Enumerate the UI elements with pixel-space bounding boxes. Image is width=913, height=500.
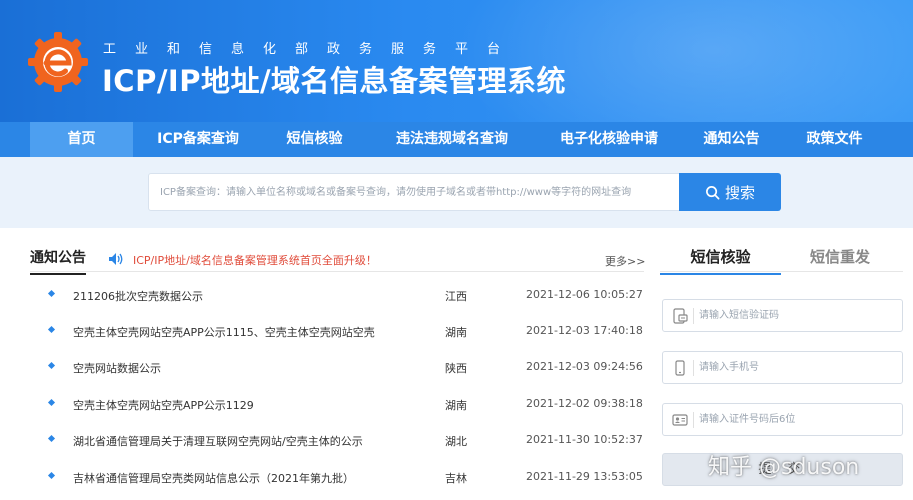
notice-row[interactable]: 湖北省通信管理局关于清理互联网空壳网站/空壳主体的公示 湖北 2021-11-3…	[30, 430, 644, 450]
nav-item-notices[interactable]: 通知公告	[680, 122, 783, 157]
announcement-marquee[interactable]: ICP/IP地址/域名信息备案管理系统首页全面升级！	[133, 252, 377, 268]
notice-title[interactable]: 211206批次空壳数据公示	[73, 288, 203, 304]
phone-field	[662, 351, 903, 384]
notice-header: 通知公告 ICP/IP地址/域名信息备案管理系统首页全面升级！ 更多>>	[30, 244, 645, 275]
notice-row[interactable]: 吉林省通信管理局空壳类网站信息公示（2021年第九批） 吉林 2021-11-2…	[30, 467, 644, 487]
bullet-icon	[47, 398, 56, 407]
ministry-subtitle: 工业和信息化部政务服务平台	[103, 42, 520, 57]
bullet-icon	[47, 434, 56, 443]
id-number-field	[662, 403, 903, 436]
bullet-icon	[47, 471, 56, 480]
tab-sms-verify[interactable]: 短信核验	[660, 246, 781, 275]
notice-title[interactable]: 空壳主体空壳网站空壳APP公示1129	[73, 397, 254, 413]
notice-time: 2021-11-30 10:52:37	[526, 433, 643, 446]
notice-section-title: 通知公告	[30, 247, 86, 275]
notice-region: 湖南	[445, 326, 467, 339]
more-link[interactable]: 更多>>	[605, 253, 645, 269]
notice-region: 湖南	[445, 399, 467, 412]
nav-item-policies[interactable]: 政策文件	[783, 122, 886, 157]
sms-tabs: 短信核验 短信重发	[660, 244, 903, 275]
sms-code-field	[662, 299, 903, 332]
main-nav: 首页 ICP备案查询 短信核验 违法违规域名查询 电子化核验申请 通知公告 政策…	[0, 122, 913, 157]
id-number-input[interactable]	[699, 404, 897, 435]
bullet-icon	[47, 325, 56, 334]
message-code-icon	[673, 308, 688, 324]
notice-region: 吉林	[445, 472, 467, 485]
notice-title[interactable]: 空壳主体空壳网站空壳APP公示1115、空壳主体空壳网站空壳	[73, 324, 375, 340]
tab-sms-resend[interactable]: 短信重发	[810, 246, 870, 267]
notice-title[interactable]: 湖北省通信管理局关于清理互联网空壳网站/空壳主体的公示	[73, 433, 363, 449]
notice-row[interactable]: 空壳主体空壳网站空壳APP公示1115、空壳主体空壳网站空壳 湖南 2021-1…	[30, 321, 644, 341]
notice-time: 2021-11-29 13:53:05	[526, 470, 643, 483]
nav-item-illegal-domain-query[interactable]: 违法违规域名查询	[366, 122, 538, 157]
id-card-icon	[672, 414, 688, 426]
notice-time: 2021-12-02 09:38:18	[526, 397, 643, 410]
site-header: 工业和信息化部政务服务平台 ICP/IP地址/域名信息备案管理系统	[0, 0, 913, 122]
field-separator	[693, 412, 694, 428]
notice-row[interactable]: 211206批次空壳数据公示 江西 2021-12-06 10:05:27	[30, 285, 644, 305]
field-separator	[693, 360, 694, 376]
search-button-label: 搜索	[724, 184, 755, 202]
search-icon	[706, 185, 720, 199]
notice-time: 2021-12-03 17:40:18	[526, 324, 643, 337]
nav-item-home[interactable]: 首页	[30, 122, 133, 157]
mobile-phone-icon	[675, 360, 685, 376]
sms-code-input[interactable]	[699, 300, 897, 331]
notice-region: 湖北	[445, 435, 467, 448]
notice-time: 2021-12-03 09:24:56	[526, 360, 643, 373]
e-gear-logo-icon[interactable]	[26, 30, 90, 94]
submit-button[interactable]: 提 交	[662, 453, 903, 486]
icp-search-input[interactable]	[148, 173, 680, 211]
nav-item-icp-query[interactable]: ICP备案查询	[133, 122, 263, 157]
bullet-icon	[47, 361, 56, 370]
system-title: ICP/IP地址/域名信息备案管理系统	[102, 64, 567, 98]
notice-time: 2021-12-06 10:05:27	[526, 288, 643, 301]
speaker-icon	[109, 253, 123, 265]
notice-row[interactable]: 空壳网站数据公示 陕西 2021-12-03 09:24:56	[30, 357, 644, 377]
notice-title[interactable]: 空壳网站数据公示	[73, 360, 161, 376]
search-button[interactable]: 搜索	[679, 173, 781, 211]
notice-region: 陕西	[445, 362, 467, 375]
nav-item-e-verify-apply[interactable]: 电子化核验申请	[538, 122, 680, 157]
notice-row[interactable]: 空壳主体空壳网站空壳APP公示1129 湖南 2021-12-02 09:38:…	[30, 394, 644, 414]
notice-region: 江西	[445, 290, 467, 303]
phone-input[interactable]	[699, 352, 897, 383]
nav-item-sms-verify[interactable]: 短信核验	[263, 122, 366, 157]
notice-title[interactable]: 吉林省通信管理局空壳类网站信息公示（2021年第九批）	[73, 470, 354, 486]
bullet-icon	[47, 289, 56, 298]
field-separator	[693, 308, 694, 324]
search-band: 搜索	[0, 157, 913, 228]
